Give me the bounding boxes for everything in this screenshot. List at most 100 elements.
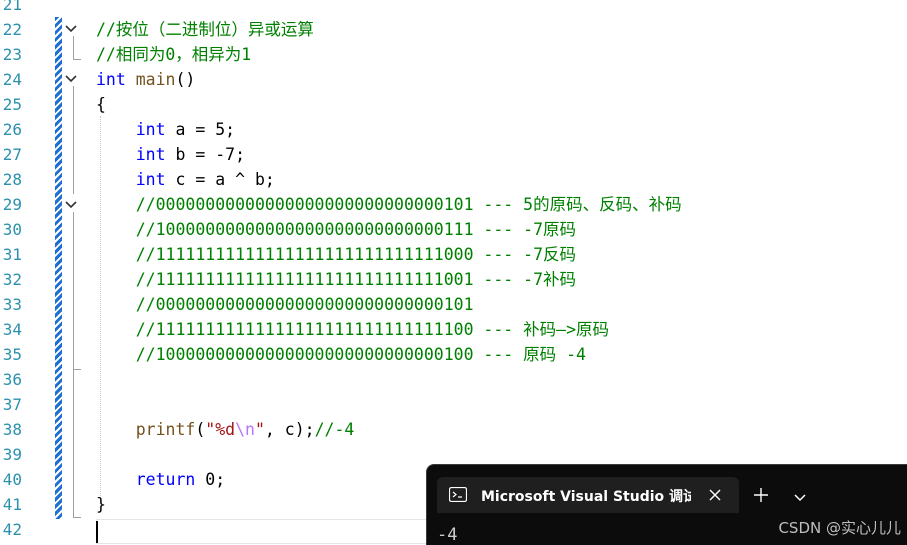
new-tab-plus-icon[interactable] bbox=[753, 487, 769, 503]
code-token: \n bbox=[235, 420, 255, 439]
line-number: 26 bbox=[2, 120, 22, 139]
code-token: printf bbox=[135, 420, 196, 439]
line-number: 39 bbox=[2, 445, 22, 464]
code-text: //10000000000000000000000000000100 --- 原… bbox=[96, 342, 586, 367]
code-token: 0; bbox=[195, 470, 226, 489]
line-number: 25 bbox=[2, 95, 22, 114]
code-line[interactable]: 27 int b = -7; bbox=[0, 142, 907, 167]
code-token: //11111111111111111111111111111100 --- 补… bbox=[135, 320, 610, 339]
code-line[interactable]: 37 bbox=[0, 392, 907, 417]
code-token: int bbox=[135, 120, 166, 139]
code-line[interactable]: 32 //11111111111111111111111111111001 --… bbox=[0, 267, 907, 292]
code-token: //10000000000000000000000000000111 --- -… bbox=[135, 220, 577, 239]
line-number: 29 bbox=[2, 195, 22, 214]
code-token: , c); bbox=[264, 420, 315, 439]
code-text: //10000000000000000000000000000111 --- -… bbox=[96, 217, 576, 242]
line-number: 42 bbox=[2, 520, 22, 539]
code-text: //00000000000000000000000000000101 --- 5… bbox=[96, 192, 682, 217]
code-text: //11111111111111111111111111111000 --- -… bbox=[96, 242, 576, 267]
code-token: //11111111111111111111111111111000 --- -… bbox=[135, 245, 577, 264]
line-number: 40 bbox=[2, 470, 22, 489]
close-icon[interactable] bbox=[707, 487, 723, 503]
code-token: //11111111111111111111111111111001 --- -… bbox=[135, 270, 577, 289]
code-token: return bbox=[135, 470, 196, 489]
line-number: 27 bbox=[2, 145, 22, 164]
code-line[interactable]: 23 //相同为0，相异为1 bbox=[0, 42, 907, 67]
code-line[interactable]: 35 //10000000000000000000000000000100 --… bbox=[0, 342, 907, 367]
line-number: 21 bbox=[2, 0, 22, 14]
code-text: int main() bbox=[96, 67, 195, 92]
code-token: int bbox=[135, 170, 166, 189]
line-number: 22 bbox=[2, 20, 22, 39]
code-text: } bbox=[96, 492, 106, 517]
code-text: return 0; bbox=[96, 467, 225, 492]
code-text: //相同为0，相异为1 bbox=[96, 42, 251, 67]
code-token: //10000000000000000000000000000100 --- 原… bbox=[135, 345, 586, 364]
line-number: 34 bbox=[2, 320, 22, 339]
line-number: 33 bbox=[2, 295, 22, 314]
code-text: //11111111111111111111111111111100 --- 补… bbox=[96, 317, 609, 342]
code-line[interactable]: 34 //11111111111111111111111111111100 --… bbox=[0, 317, 907, 342]
line-number: 31 bbox=[2, 245, 22, 264]
code-token: //相同为0，相异为1 bbox=[96, 45, 252, 64]
code-line[interactable]: 30 //10000000000000000000000000000111 --… bbox=[0, 217, 907, 242]
code-line[interactable]: 36 bbox=[0, 367, 907, 392]
code-text: { bbox=[96, 92, 106, 117]
line-number: 35 bbox=[2, 345, 22, 364]
code-line[interactable]: 28 int c = a ^ b; bbox=[0, 167, 907, 192]
line-number: 30 bbox=[2, 220, 22, 239]
code-token: //00000000000000000000000000000101 --- 5… bbox=[135, 195, 682, 214]
code-line[interactable]: 26 int a = 5; bbox=[0, 117, 907, 142]
code-token: //00000000000000000000000000000101 bbox=[135, 295, 474, 314]
console-output: -4 bbox=[437, 525, 458, 545]
console-icon bbox=[448, 486, 468, 506]
line-number: 23 bbox=[2, 45, 22, 64]
console-tab-title: Microsoft Visual Studio 调试控制台 bbox=[481, 489, 691, 505]
code-line[interactable]: 29 //00000000000000000000000000000101 --… bbox=[0, 192, 907, 217]
code-text: //按位（二进制位）异或运算 bbox=[96, 17, 314, 42]
code-text: int b = -7; bbox=[96, 142, 245, 167]
code-token: ( bbox=[195, 420, 206, 439]
line-number: 38 bbox=[2, 420, 22, 439]
code-text: //00000000000000000000000000000101 bbox=[96, 292, 474, 317]
code-line[interactable]: 21 bbox=[0, 0, 907, 17]
line-number: 41 bbox=[2, 495, 22, 514]
code-line[interactable]: 25 { bbox=[0, 92, 907, 117]
text-caret bbox=[96, 521, 98, 543]
code-token: //按位（二进制位）异或运算 bbox=[96, 20, 314, 39]
console-tab[interactable]: Microsoft Visual Studio 调试控制台 bbox=[437, 477, 739, 513]
code-text: int a = 5; bbox=[96, 117, 235, 142]
chevron-down-icon[interactable] bbox=[793, 489, 807, 502]
code-token: } bbox=[96, 495, 106, 514]
code-line[interactable]: 31 //11111111111111111111111111111000 --… bbox=[0, 242, 907, 267]
line-number: 36 bbox=[2, 370, 22, 389]
line-number: 24 bbox=[2, 70, 22, 89]
code-line[interactable]: 24 int main() bbox=[0, 67, 907, 92]
code-text: //11111111111111111111111111111001 --- -… bbox=[96, 267, 576, 292]
code-token: //-4 bbox=[314, 420, 355, 439]
code-token: () bbox=[175, 70, 196, 89]
code-token: main bbox=[135, 70, 176, 89]
code-line[interactable]: 22 //按位（二进制位）异或运算 bbox=[0, 17, 907, 42]
watermark-text: CSDN @实心儿儿 bbox=[778, 519, 901, 537]
code-line[interactable]: 33 //00000000000000000000000000000101 bbox=[0, 292, 907, 317]
code-token: "%d bbox=[205, 420, 236, 439]
code-token: " bbox=[254, 420, 265, 439]
code-text: printf("%d\n", c);//-4 bbox=[96, 417, 355, 442]
line-number: 37 bbox=[2, 395, 22, 414]
code-editor[interactable]: 21 22 //按位（二进制位）异或运算 23 //相同为0，相异为1 24 int mai… bbox=[0, 0, 907, 544]
code-line[interactable]: 38 printf("%d\n", c);//-4 bbox=[0, 417, 907, 442]
